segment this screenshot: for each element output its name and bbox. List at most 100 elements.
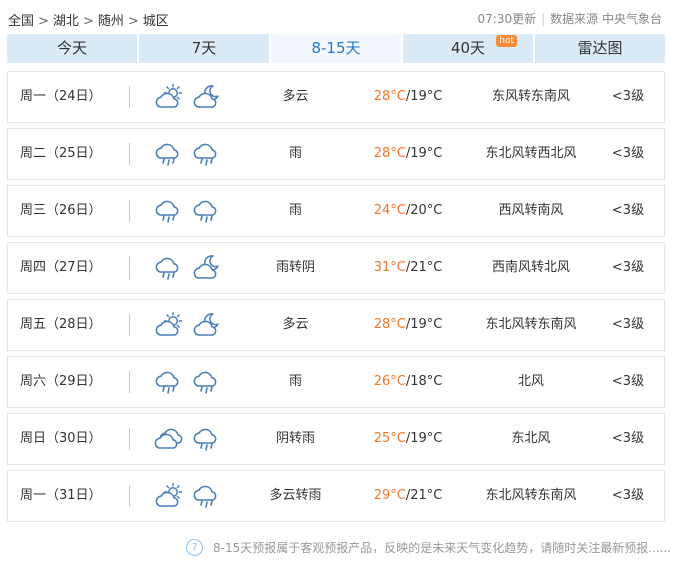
rain-icon (193, 371, 217, 394)
weather-icons (154, 254, 222, 282)
weather-condition: 雨 (288, 203, 302, 218)
tab-today[interactable]: 今天 (7, 34, 137, 63)
wind-direction: 北风 (517, 374, 544, 389)
partly-cloudy-sun-icon (155, 311, 183, 336)
forecast-day: 周三（26日） (20, 203, 102, 218)
column-divider (129, 200, 130, 222)
breadcrumb-item-city[interactable]: 随州 (98, 14, 124, 29)
tab-8-15-day[interactable]: 8-15天 (271, 34, 401, 63)
cloudy-icon (154, 428, 183, 449)
column-divider (129, 314, 130, 336)
breadcrumb-item-province[interactable]: 湖北 (53, 14, 79, 29)
low-temp: /18°C (405, 374, 443, 389)
forecast-row: 周五（28日） 多云 28°C/19°C 东北风转东南风 <3级 (7, 299, 665, 351)
partly-cloudy-moon-icon (193, 85, 219, 108)
wind-level: <3级 (611, 488, 645, 503)
column-divider (129, 257, 130, 279)
breadcrumb: 全国 > 湖北 > 随州 > 城区 (8, 10, 169, 29)
column-divider (129, 143, 130, 165)
tab-40-day[interactable]: 40天 hot (403, 34, 533, 63)
high-temp: 28°C (373, 89, 406, 104)
temperature-range: 29°C/21°C (358, 471, 458, 521)
partly-cloudy-moon-icon (193, 313, 219, 336)
breadcrumb-separator: > (38, 14, 49, 29)
rain-icon (155, 371, 179, 394)
tab-radar[interactable]: 雷达图 (535, 34, 665, 63)
forecast-row: 周六（29日） 雨 26°C/18°C 北风 <3级 (7, 356, 665, 408)
rain-icon (193, 485, 217, 508)
forecast-row: 周一（24日） 多云 28°C/19°C 东风转东南风 <3级 (7, 71, 665, 123)
rain-icon (155, 143, 179, 166)
partly-cloudy-sun-icon (155, 83, 183, 108)
forecast-day: 周五（28日） (20, 317, 102, 332)
forecast-day: 周一（24日） (20, 89, 102, 104)
wind-level: <3级 (611, 431, 645, 446)
rain-icon (193, 200, 217, 223)
high-temp: 28°C (373, 146, 406, 161)
wind-direction: 东风转东南风 (491, 89, 570, 104)
source-label: 数据来源 (550, 12, 599, 26)
weather-icons (154, 197, 222, 225)
low-temp: /20°C (405, 203, 443, 218)
temperature-range: 26°C/18°C (358, 357, 458, 407)
weather-icons (154, 140, 222, 168)
low-temp: /21°C (405, 488, 443, 503)
wind-level: <3级 (611, 374, 645, 389)
breadcrumb-separator: > (127, 14, 139, 29)
forecast-day: 周二（25日） (20, 146, 102, 161)
tab-label: 雷达图 (577, 39, 623, 57)
footer-text: 8-15天预报属于客观预报产品，反映的是未来天气变化趋势，请随时关注最新预报..… (213, 541, 671, 555)
weather-condition: 雨 (288, 146, 302, 161)
high-temp: 24°C (373, 203, 406, 218)
meta-divider: | (541, 12, 546, 26)
high-temp: 25°C (373, 431, 406, 446)
high-temp: 28°C (373, 317, 406, 332)
weather-icons (154, 425, 222, 453)
partly-cloudy-sun-icon (155, 482, 183, 507)
weather-condition: 阴转雨 (275, 431, 315, 446)
source-name: 中央气象台 (601, 12, 662, 26)
footer-note: ? 8-15天预报属于客观预报产品，反映的是未来天气变化趋势，请随时关注最新预报.… (186, 539, 671, 557)
wind-level: <3级 (611, 203, 645, 218)
wind-direction: 东北风转东南风 (485, 317, 577, 332)
weather-icons (154, 83, 222, 111)
column-divider (129, 428, 130, 450)
forecast-row: 周二（25日） 雨 28°C/19°C 东北风转西北风 <3级 (7, 128, 665, 180)
column-divider (129, 86, 130, 108)
forecast-row: 周三（26日） 雨 24°C/20°C 西风转南风 <3级 (7, 185, 665, 237)
rain-icon (155, 200, 179, 223)
tab-label: 7天 (191, 39, 217, 57)
rain-icon (193, 143, 217, 166)
low-temp: /21°C (405, 260, 443, 275)
low-temp: /19°C (405, 89, 443, 104)
forecast-row: 周一（31日） 多云转雨 29°C/21°C 东北风转东南风 <3级 (7, 470, 665, 522)
weather-icons (154, 482, 222, 510)
low-temp: /19°C (405, 146, 443, 161)
forecast-day: 周一（31日） (20, 488, 102, 503)
update-time: 07:30更新 (477, 12, 537, 26)
breadcrumb-item-country[interactable]: 全国 (8, 14, 34, 29)
forecast-tabs: 今天 7天 8-15天 40天 hot 雷达图 (7, 34, 665, 63)
temperature-range: 28°C/19°C (358, 129, 458, 179)
wind-level: <3级 (611, 260, 645, 275)
tab-label: 40天 (450, 39, 486, 57)
column-divider (129, 485, 130, 507)
temperature-range: 25°C/19°C (358, 414, 458, 464)
wind-direction: 东北风转西北风 (485, 146, 577, 161)
low-temp: /19°C (405, 317, 443, 332)
forecast-day: 周日（30日） (20, 431, 102, 446)
top-bar: 全国 > 湖北 > 随州 > 城区 07:30更新 | 数据来源 中央气象台 (0, 0, 675, 34)
temperature-range: 24°C/20°C (358, 186, 458, 236)
wind-direction: 西南风转北风 (491, 260, 570, 275)
wind-direction: 东北风转东南风 (485, 488, 577, 503)
forecast-day: 周六（29日） (20, 374, 102, 389)
question-icon[interactable]: ? (186, 539, 203, 556)
breadcrumb-item-district: 城区 (142, 14, 169, 29)
weather-condition: 多云转雨 (269, 488, 322, 503)
weather-condition: 多云 (282, 89, 309, 104)
tab-7-day[interactable]: 7天 (139, 34, 269, 63)
column-divider (129, 371, 130, 393)
forecast-row: 周日（30日） 阴转雨 25°C/19°C 东北风 <3级 (7, 413, 665, 465)
high-temp: 26°C (373, 374, 406, 389)
weather-icons (154, 311, 222, 339)
